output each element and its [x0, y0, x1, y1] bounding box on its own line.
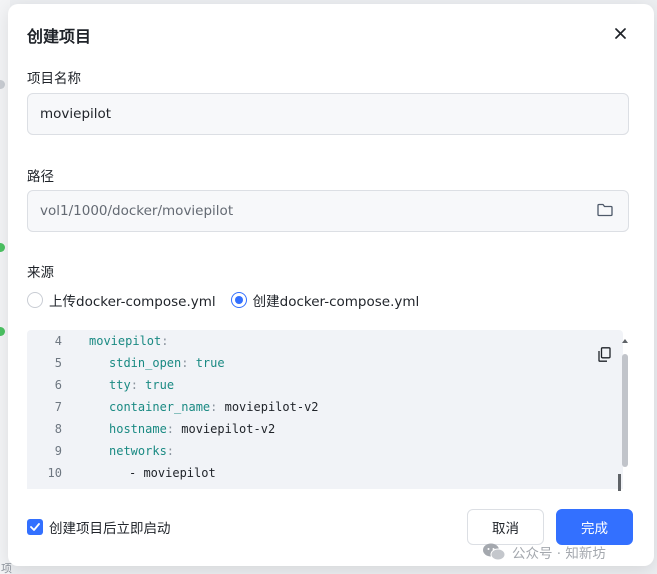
- yaml-value: - moviepilot: [129, 466, 216, 480]
- yaml-key: container_name: [109, 400, 211, 414]
- yaml-separator: :: [161, 334, 169, 348]
- yaml-separator: :: [166, 422, 182, 436]
- code-line: 6 tty: true: [27, 374, 174, 396]
- watermark-text: 公众号 · 知新坊: [512, 546, 606, 562]
- line-number: 10: [47, 466, 62, 480]
- line-number: 8: [54, 422, 62, 436]
- line-number: 4: [54, 334, 62, 348]
- yaml-value: moviepilot-v2: [181, 422, 276, 436]
- wechat-icon: [483, 543, 506, 561]
- radio-checked-icon: [230, 292, 247, 308]
- line-number: 11: [27, 484, 62, 489]
- checkbox-checked-icon: [27, 519, 43, 535]
- code-text: - moviepilot: [129, 462, 216, 484]
- yaml-key: hostname: [109, 422, 167, 436]
- yaml-value: true: [195, 356, 225, 370]
- code-line: 10 - moviepilot: [27, 462, 216, 484]
- close-button[interactable]: [611, 24, 629, 42]
- radio-create-compose[interactable]: 创建docker-compose.yml: [230, 290, 420, 310]
- code-line: 5 stdin_open: true: [27, 352, 225, 374]
- compose-code-editor[interactable]: 4 moviepilot: 5 stdin_open: true 6 tty: true 7…: [27, 330, 623, 489]
- yaml-value: moviepilot-v2: [224, 400, 319, 414]
- code-text: hostname: moviepilot-v2: [109, 418, 275, 440]
- scroll-up-icon[interactable]: [622, 339, 628, 343]
- project-name-label: 项目名称: [27, 71, 81, 87]
- autostart-checkbox[interactable]: 创建项目后立即启动: [27, 517, 171, 537]
- create-project-dialog: 创建项目 项目名称 路径 来源 上传docker-compose.yml 创建d…: [8, 4, 654, 566]
- code-text: tty: true: [109, 374, 174, 396]
- code-text: networks:: [109, 440, 174, 462]
- source-radio-group: 上传docker-compose.yml 创建docker-compose.ym…: [27, 290, 434, 310]
- radio-upload-compose[interactable]: 上传docker-compose.yml: [27, 290, 216, 310]
- radio-unchecked-icon: [27, 292, 43, 308]
- yaml-key: moviepilot: [89, 334, 162, 348]
- scrollbar-edge: [618, 474, 621, 491]
- line-number: 5: [54, 356, 62, 370]
- line-number: 6: [54, 378, 62, 392]
- code-line: 8 hostname: moviepilot-v2: [27, 418, 275, 440]
- code-line: 4 moviepilot:: [27, 330, 169, 352]
- autostart-label: 创建项目后立即启动: [49, 521, 171, 537]
- yaml-value: true: [145, 378, 175, 392]
- code-text: stdin_open: true: [109, 352, 225, 374]
- path-label: 路径: [27, 169, 54, 185]
- yaml-separator: :: [130, 378, 146, 392]
- yaml-separator: :: [210, 400, 225, 414]
- source-label: 来源: [27, 265, 54, 281]
- copy-icon: [598, 347, 611, 362]
- browse-folder-button[interactable]: [597, 202, 617, 220]
- scrollbar-thumb[interactable]: [622, 354, 628, 467]
- path-input[interactable]: [27, 190, 629, 232]
- yaml-key: tty: [109, 378, 131, 392]
- radio-label: 上传docker-compose.yml: [49, 294, 216, 310]
- cancel-button[interactable]: 取消: [467, 509, 544, 545]
- code-line: 9 networks:: [27, 440, 174, 462]
- close-icon: [614, 27, 626, 39]
- confirm-button[interactable]: 完成: [556, 509, 633, 545]
- dialog-title: 创建项目: [27, 27, 92, 46]
- code-text: moviepilot:: [89, 330, 168, 352]
- line-number: 9: [54, 444, 62, 458]
- yaml-key: stdin_open: [109, 356, 182, 370]
- copy-button[interactable]: [598, 347, 612, 363]
- code-line: 7 container_name: moviepilot-v2: [27, 396, 319, 418]
- folder-icon: [597, 203, 613, 217]
- yaml-separator: :: [181, 356, 196, 370]
- code-line: 11: [27, 484, 62, 489]
- radio-label: 创建docker-compose.yml: [252, 294, 420, 310]
- project-name-input[interactable]: [27, 93, 629, 135]
- yaml-key: networks: [109, 444, 167, 458]
- line-number: 7: [54, 400, 62, 414]
- yaml-separator: :: [166, 444, 175, 458]
- code-text: container_name: moviepilot-v2: [109, 396, 319, 418]
- watermark: 公众号 · 知新坊: [482, 542, 606, 562]
